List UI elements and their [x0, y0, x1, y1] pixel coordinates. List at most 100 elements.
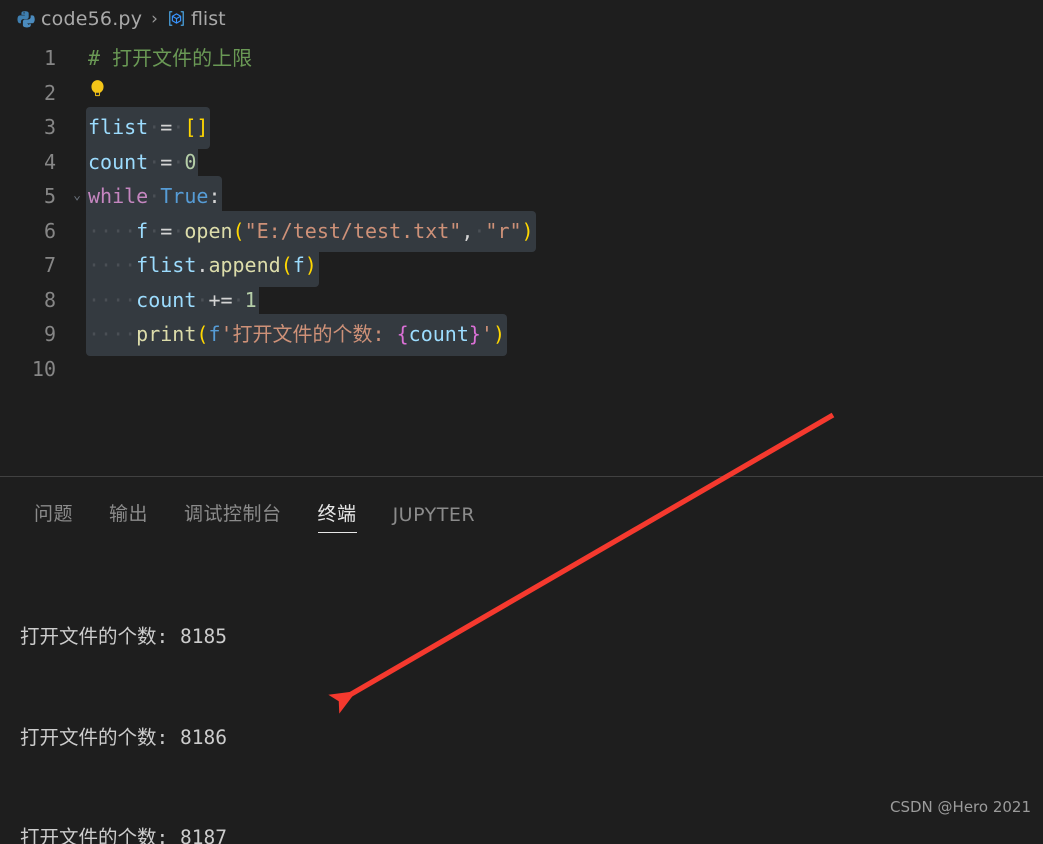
indent-dots: ···· — [88, 287, 137, 312]
code-line: 8 ····count·+=·1 — [0, 279, 1043, 321]
terminal-line: 打开文件的个数: 8186 — [20, 725, 227, 749]
line-number: 5 — [43, 184, 56, 208]
token-number: 1 — [244, 287, 257, 312]
whitespace-dot: · — [148, 184, 161, 208]
code-lines-container: 1 # 打开文件的上限 2 3 flist·=·[] 4 count·=·0 5… — [0, 37, 1043, 386]
line-number: 6 — [43, 218, 56, 243]
code-content — [88, 76, 107, 111]
watermark-text: CSDN @Hero 2021 — [890, 798, 1031, 816]
indent-dots: ···· — [88, 218, 137, 243]
lightbulb-icon[interactable] — [88, 78, 107, 103]
code-line: 2 — [0, 76, 1043, 111]
token-colon: : — [208, 184, 221, 208]
token-operator: = — [160, 149, 173, 174]
token-identifier: count — [88, 149, 149, 174]
breadcrumb-symbol-name[interactable]: flist — [191, 8, 226, 30]
token-operator: = — [160, 218, 173, 243]
token-paren-open: ( — [280, 253, 293, 277]
breadcrumb: code56.py › flist — [0, 0, 1043, 37]
token-function: append — [208, 253, 281, 277]
whitespace-dot: · — [172, 149, 185, 174]
code-line: 5 ⌄ while·True: — [0, 176, 1043, 218]
whitespace-dot: · — [196, 287, 209, 312]
token-paren-close: ) — [521, 218, 534, 243]
line-number: 2 — [43, 80, 56, 105]
code-content: ····count·+=·1 — [86, 279, 259, 321]
line-number: 9 — [43, 322, 56, 346]
code-editor[interactable]: 1 # 打开文件的上限 2 3 flist·=·[] 4 count·=·0 5… — [0, 37, 1043, 476]
breadcrumb-separator-icon: › — [151, 8, 158, 29]
token-keyword: while — [88, 184, 149, 208]
indent-dots: ···· — [88, 322, 137, 346]
code-line: 7 ····flist.append(f) — [0, 245, 1043, 287]
whitespace-dot: · — [148, 218, 161, 243]
token-function: open — [184, 218, 233, 243]
whitespace-dot: · — [232, 287, 245, 312]
tab-jupyter[interactable]: JUPYTER — [375, 504, 493, 535]
whitespace-dot: · — [172, 115, 185, 139]
comment-token: # 打开文件的上限 — [88, 46, 253, 70]
code-content: while·True: — [86, 176, 223, 218]
fold-chevron-icon[interactable]: ⌄ — [66, 179, 88, 214]
token-string-quote: ' — [480, 322, 493, 346]
line-number: 7 — [43, 253, 56, 277]
bottom-panel: 问题 输出 调试控制台 终端 JUPYTER 打开文件的个数: 8185 打开文… — [0, 477, 1043, 844]
token-identifier: f — [292, 253, 305, 277]
tab-terminal[interactable]: 终端 — [300, 499, 375, 535]
line-number: 8 — [43, 287, 56, 312]
terminal-line: 打开文件的个数: 8187 — [20, 826, 227, 844]
token-identifier: flist — [136, 253, 197, 277]
variable-symbol-icon — [167, 9, 186, 28]
terminal-line: 打开文件的个数: 8185 — [20, 625, 227, 648]
token-paren-open: ( — [196, 322, 209, 346]
tab-debug-console[interactable]: 调试控制台 — [166, 499, 300, 535]
whitespace-dot: · — [148, 149, 161, 174]
token-string: "r" — [485, 218, 522, 243]
token-comma: , — [461, 218, 474, 243]
code-line: 6 ····f·=·open("E:/test/test.txt",·"r") — [0, 210, 1043, 252]
code-line: 1 # 打开文件的上限 — [0, 41, 1043, 76]
token-identifier: f — [136, 218, 149, 243]
code-content: flist·=·[] — [86, 107, 211, 149]
token-bracket-close: ] — [196, 115, 209, 139]
line-number: 3 — [43, 115, 56, 139]
whitespace-dot: · — [172, 218, 185, 243]
token-string: "E:/test/test.txt" — [244, 218, 462, 243]
token-string: '打开文件的个数: — [220, 322, 397, 346]
token-identifier: flist — [88, 115, 149, 139]
whitespace-dot: · — [473, 218, 486, 243]
line-number: 1 — [43, 46, 56, 70]
token-paren-close: ) — [304, 253, 317, 277]
token-fstring-prefix: f — [208, 322, 221, 346]
token-brace-open: { — [396, 322, 409, 346]
token-function: print — [136, 322, 197, 346]
tab-problems[interactable]: 问题 — [16, 499, 91, 535]
token-paren-close: ) — [492, 322, 506, 346]
whitespace-dot: · — [148, 115, 161, 139]
token-number: 0 — [184, 149, 197, 174]
code-content: ····flist.append(f) — [86, 245, 319, 287]
line-number: 10 — [31, 356, 56, 381]
tab-output[interactable]: 输出 — [91, 499, 166, 535]
python-logo-icon — [16, 9, 35, 28]
code-line: 9 ····print(f'打开文件的个数: {count}') — [0, 314, 1043, 356]
code-content: ····f·=·open("E:/test/test.txt",·"r") — [86, 210, 536, 252]
code-content: # 打开文件的上限 — [88, 41, 252, 76]
breadcrumb-file-name[interactable]: code56.py — [41, 8, 142, 30]
token-identifier: count — [136, 287, 197, 312]
code-content: ····print(f'打开文件的个数: {count}') — [86, 314, 508, 356]
code-line: 4 count·=·0 — [0, 141, 1043, 183]
terminal-output[interactable]: 打开文件的个数: 8185 打开文件的个数: 8186 打开文件的个数: 818… — [0, 535, 1043, 844]
token-dot: . — [196, 253, 209, 277]
token-brace-close: } — [468, 322, 481, 346]
token-identifier: count — [408, 322, 469, 346]
indent-dots: ···· — [88, 253, 137, 277]
panel-tab-bar: 问题 输出 调试控制台 终端 JUPYTER — [0, 477, 1043, 535]
token-operator: = — [160, 115, 173, 139]
code-line: 3 flist·=·[] — [0, 107, 1043, 149]
token-paren-open: ( — [232, 218, 245, 243]
token-constant: True — [160, 184, 209, 208]
code-line: 10 — [0, 352, 1043, 387]
token-operator: += — [208, 287, 233, 312]
line-number: 4 — [43, 149, 56, 174]
